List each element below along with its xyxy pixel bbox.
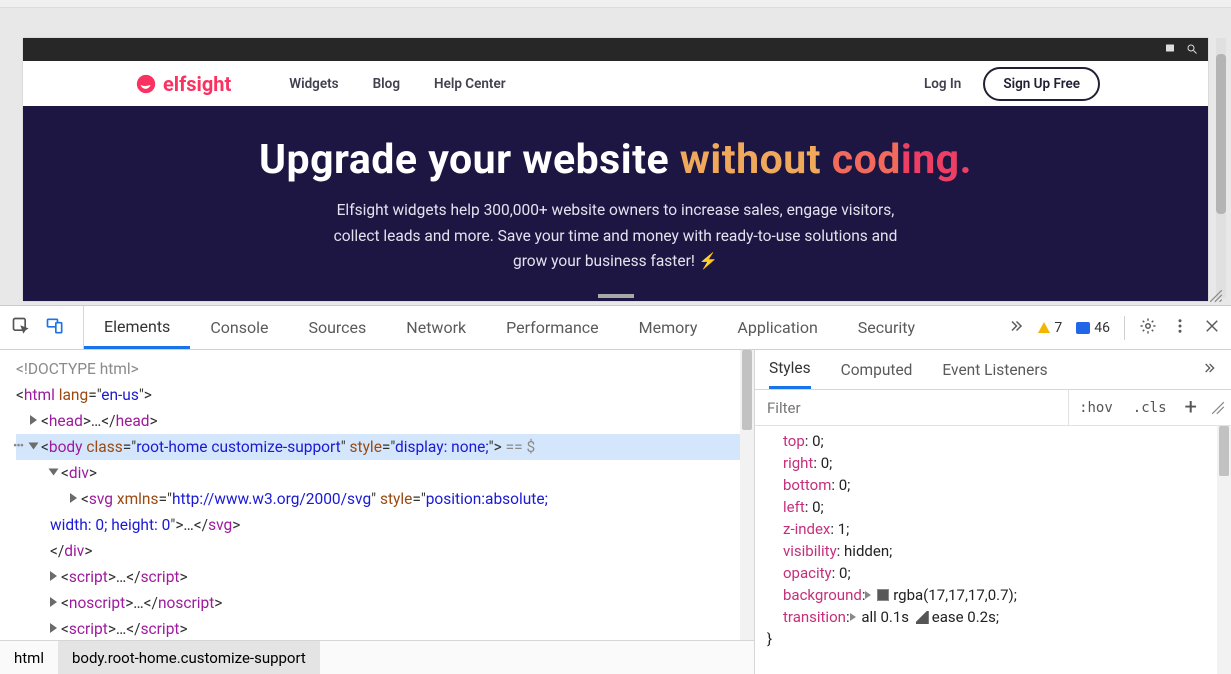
message-icon: [1076, 322, 1090, 334]
dom-noscript[interactable]: <noscript>…</noscript>: [16, 590, 754, 616]
dom-head[interactable]: <head>…</head>: [16, 408, 754, 434]
styles-scrollbar[interactable]: [1217, 426, 1231, 674]
login-link[interactable]: Log In: [924, 76, 961, 92]
device-toggle-icon[interactable]: [45, 316, 65, 340]
dom-body[interactable]: •••<body class="root-home customize-supp…: [16, 434, 754, 460]
css-rules[interactable]: top: 0; right: 0; bottom: 0; left: 0; z-…: [755, 426, 1231, 674]
hero-title-g1: without: [680, 136, 821, 184]
brand-logo[interactable]: elfsight: [135, 72, 231, 96]
tab-console[interactable]: Console: [190, 306, 288, 349]
nav-help[interactable]: Help Center: [434, 76, 506, 92]
new-rule-icon[interactable]: +: [1177, 395, 1205, 420]
styles-filter-row: :hov .cls +: [755, 390, 1231, 426]
hero-title-g2: cod: [821, 136, 901, 184]
tab-computed[interactable]: Computed: [841, 361, 913, 379]
devtools-toolbar: Elements Console Sources Network Perform…: [0, 306, 1231, 350]
dom-svg2[interactable]: width: 0; height: 0">…</svg>: [16, 512, 754, 538]
tab-application[interactable]: Application: [717, 306, 837, 349]
warnings-count[interactable]: 7: [1038, 320, 1062, 336]
devtools: Elements Console Sources Network Perform…: [0, 305, 1231, 674]
hero-title-pre: Upgrade your website: [259, 136, 680, 184]
hero-line2: collect leads and more. Save your time a…: [334, 227, 898, 245]
cls-toggle[interactable]: .cls: [1123, 400, 1177, 416]
hero-line3: grow your business faster! ⚡: [513, 252, 718, 270]
gear-icon[interactable]: [1139, 317, 1157, 339]
frame-split-handle[interactable]: [0, 286, 1231, 305]
search-icon[interactable]: [1186, 40, 1198, 59]
notify-icon[interactable]: [1164, 40, 1176, 59]
crumb-body[interactable]: body.root-home.customize-support: [58, 641, 320, 674]
inspect-icon[interactable]: [11, 316, 31, 340]
hero-title: Upgrade your website without coding.: [23, 136, 1208, 184]
dom-script2[interactable]: <script>…</script>: [16, 616, 754, 640]
warning-icon: [1038, 322, 1050, 333]
tab-memory[interactable]: Memory: [619, 306, 718, 349]
dom-scrollbar[interactable]: [740, 350, 754, 640]
tab-elements[interactable]: Elements: [84, 306, 190, 349]
hero-sub: Elfsight widgets help 300,000+ website o…: [23, 198, 1208, 275]
messages-number: 46: [1094, 320, 1110, 336]
hero: Upgrade your website without coding. Elf…: [23, 106, 1208, 301]
signup-button[interactable]: Sign Up Free: [983, 67, 1100, 101]
ease-icon[interactable]: [916, 611, 929, 624]
tab-security[interactable]: Security: [838, 306, 935, 349]
styles-tabs: Styles Computed Event Listeners: [755, 350, 1231, 390]
tab-listeners[interactable]: Event Listeners: [942, 361, 1047, 379]
kebab-icon[interactable]: [1171, 317, 1189, 339]
warnings-number: 7: [1054, 320, 1062, 336]
hero-title-g3: ing.: [901, 136, 972, 184]
tab-network[interactable]: Network: [386, 306, 486, 349]
ruler: [0, 0, 1231, 8]
breadcrumbs: html body.root-home.customize-support: [0, 640, 754, 674]
nav-widgets[interactable]: Widgets: [289, 76, 338, 92]
hov-toggle[interactable]: :hov: [1069, 400, 1123, 416]
color-swatch-icon[interactable]: [877, 589, 889, 601]
close-icon[interactable]: [1203, 317, 1221, 339]
dom-script1[interactable]: <script>…</script>: [16, 564, 754, 590]
styles-panel: Styles Computed Event Listeners :hov .cl…: [755, 350, 1231, 674]
dom-doctype[interactable]: <!DOCTYPE html>: [16, 356, 754, 382]
more-tabs-icon[interactable]: [1006, 317, 1024, 339]
page-preview: elfsight Widgets Blog Help Center Log In…: [23, 38, 1208, 301]
styles-filter-input[interactable]: [755, 390, 1069, 425]
tab-styles[interactable]: Styles: [769, 350, 811, 389]
dom-div-close[interactable]: </div>: [16, 538, 754, 564]
devtools-tabs: Elements Console Sources Network Perform…: [84, 306, 935, 349]
dom-svg[interactable]: <svg xmlns="http://www.w3.org/2000/svg" …: [16, 486, 754, 512]
tab-sources[interactable]: Sources: [288, 306, 386, 349]
styles-more-icon[interactable]: [1201, 360, 1217, 380]
admin-bar: [23, 38, 1208, 61]
dom-html-open[interactable]: <html lang="en-us">: [16, 382, 754, 408]
dom-tree[interactable]: <!DOCTYPE html> <html lang="en-us"> <hea…: [0, 350, 754, 640]
page-scrollbar[interactable]: [1216, 38, 1226, 298]
dom-div-open[interactable]: <div>: [16, 460, 754, 486]
brand-text: elfsight: [163, 72, 231, 96]
nav-blog[interactable]: Blog: [373, 76, 400, 92]
messages-count[interactable]: 46: [1076, 320, 1110, 336]
hero-line1: Elfsight widgets help 300,000+ website o…: [337, 201, 895, 219]
crumb-html[interactable]: html: [0, 641, 58, 674]
site-nav: elfsight Widgets Blog Help Center Log In…: [23, 61, 1208, 106]
elements-panel: <!DOCTYPE html> <html lang="en-us"> <hea…: [0, 350, 755, 674]
tab-performance[interactable]: Performance: [486, 306, 619, 349]
panel-resizer-icon[interactable]: [1211, 401, 1225, 415]
